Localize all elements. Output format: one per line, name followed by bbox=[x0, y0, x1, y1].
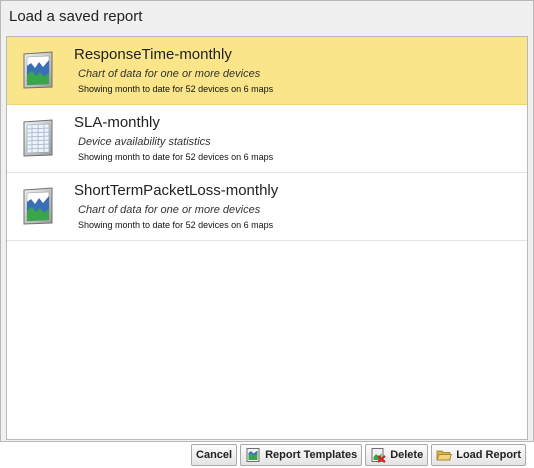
delete-button[interactable]: Delete bbox=[365, 444, 429, 466]
report-item-shorttermpacketloss[interactable]: ShortTermPacketLoss-monthly Chart of dat… bbox=[7, 173, 527, 241]
report-detail: Showing month to date for 52 devices on … bbox=[78, 84, 274, 94]
load-report-button-label: Load Report bbox=[456, 449, 521, 461]
report-name: ResponseTime-monthly bbox=[74, 46, 232, 63]
report-detail: Showing month to date for 52 devices on … bbox=[78, 220, 274, 230]
report-templates-button-label: Report Templates bbox=[265, 449, 358, 461]
cancel-button-label: Cancel bbox=[196, 449, 233, 461]
delete-button-label: Delete bbox=[390, 449, 424, 461]
delete-icon bbox=[370, 447, 386, 463]
table-icon bbox=[21, 119, 55, 157]
dialog-title: Load a saved report bbox=[9, 8, 143, 25]
chart-icon bbox=[21, 187, 55, 225]
load-report-button[interactable]: Load Report bbox=[431, 444, 526, 466]
cancel-button[interactable]: Cancel bbox=[191, 444, 238, 466]
dialog-button-bar: Cancel Report Templates Delete Load Repo… bbox=[191, 444, 526, 466]
report-description: Device availability statistics bbox=[78, 136, 211, 148]
report-description: Chart of data for one or more devices bbox=[78, 204, 261, 216]
report-list[interactable]: ResponseTime-monthly Chart of data for o… bbox=[6, 36, 528, 440]
report-templates-button[interactable]: Report Templates bbox=[240, 444, 363, 466]
report-item-responsetime[interactable]: ResponseTime-monthly Chart of data for o… bbox=[7, 37, 527, 105]
open-folder-icon bbox=[436, 447, 453, 463]
report-detail: Showing month to date for 52 devices on … bbox=[78, 152, 274, 162]
report-description: Chart of data for one or more devices bbox=[78, 68, 261, 80]
report-item-sla[interactable]: SLA-monthly Device availability statisti… bbox=[7, 105, 527, 173]
report-name: ShortTermPacketLoss-monthly bbox=[74, 182, 279, 199]
chart-icon bbox=[21, 51, 55, 89]
report-templates-icon bbox=[245, 447, 261, 463]
report-name: SLA-monthly bbox=[74, 114, 160, 131]
load-report-dialog: Load a saved report ResponseTime-monthly bbox=[0, 0, 534, 442]
